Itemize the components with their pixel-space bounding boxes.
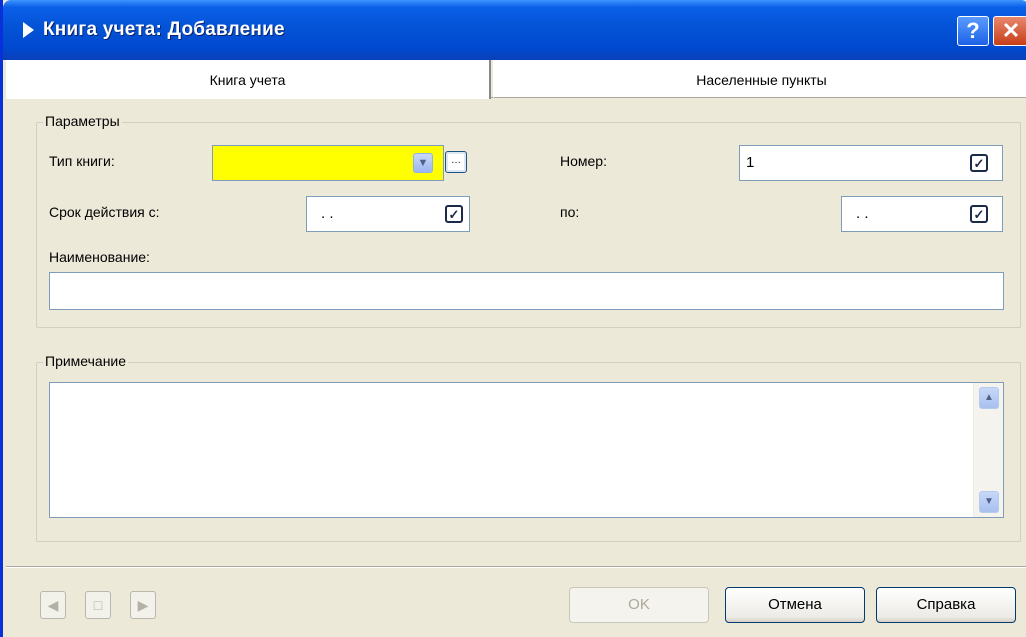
note-legend: Примечание: [43, 353, 129, 369]
footer-separator: [6, 566, 1026, 568]
help-button[interactable]: Справка: [876, 587, 1016, 623]
name-field[interactable]: [49, 272, 1004, 310]
number-field[interactable]: 1 ✓: [739, 145, 1003, 181]
scroll-up-icon[interactable]: ▲: [979, 387, 999, 409]
valid-to-date[interactable]: . . ✓: [841, 196, 1003, 232]
number-value: 1: [746, 154, 755, 171]
chevron-down-icon[interactable]: ▼: [413, 153, 433, 173]
scroll-down-icon[interactable]: ▼: [979, 491, 999, 513]
valid-to-checkbox[interactable]: ✓: [970, 205, 988, 223]
note-textarea[interactable]: ▲ ▼: [49, 382, 1004, 518]
app-icon: [23, 22, 34, 38]
close-icon[interactable]: ✕: [993, 16, 1026, 46]
title-bar[interactable]: Книга учета: Добавление ? ✕: [3, 0, 1026, 60]
tab-settlements[interactable]: Населенные пункты: [493, 60, 1026, 98]
number-label: Номер:: [560, 153, 607, 169]
ok-button[interactable]: OK: [569, 587, 709, 623]
valid-from-checkbox[interactable]: ✓: [445, 205, 463, 223]
tab-strip: Книга учета Населенные пункты: [6, 60, 1026, 99]
cancel-button[interactable]: Отмена: [725, 587, 865, 623]
valid-from-date[interactable]: . . ✓: [306, 196, 470, 232]
book-type-label: Тип книги:: [49, 153, 115, 169]
window-title: Книга учета: Добавление: [43, 19, 285, 40]
arrow-right-icon[interactable]: ▶: [130, 591, 156, 619]
name-label: Наименование:: [49, 249, 150, 265]
tab-accounting-book[interactable]: Книга учета: [6, 60, 491, 99]
parameters-legend: Параметры: [43, 113, 122, 129]
number-checkbox[interactable]: ✓: [970, 154, 988, 172]
note-scrollbar[interactable]: ▲ ▼: [973, 383, 1003, 517]
dialog-window: Книга учета: Добавление ? ✕ Книга учета …: [0, 0, 1026, 637]
valid-to-value: . .: [856, 205, 869, 222]
arrow-left-icon[interactable]: ◀: [40, 591, 66, 619]
page-icon[interactable]: □: [85, 591, 111, 619]
book-type-lookup-button[interactable]: …: [445, 151, 467, 173]
book-type-combo[interactable]: ▼: [212, 145, 444, 181]
valid-from-value: . .: [321, 205, 334, 222]
help-title-button[interactable]: ?: [957, 16, 989, 46]
valid-to-label: по:: [560, 204, 580, 220]
valid-from-label: Срок действия с:: [49, 204, 160, 220]
